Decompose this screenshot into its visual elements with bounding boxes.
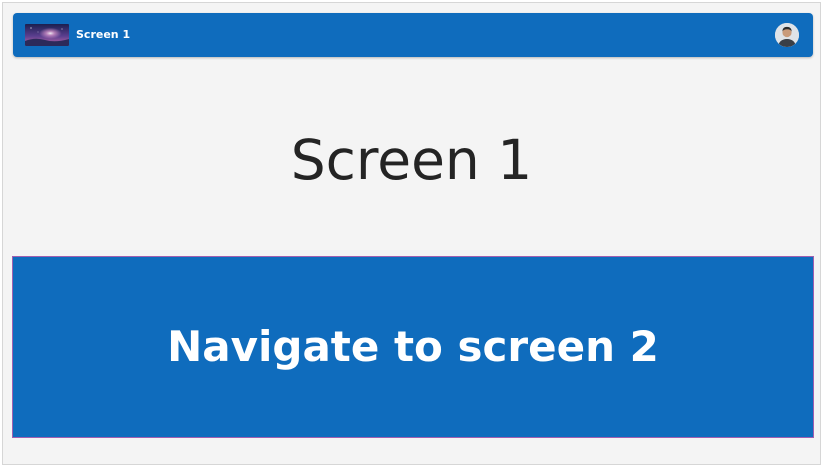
page-title: Screen 1 — [290, 128, 533, 192]
user-avatar-icon[interactable] — [775, 23, 799, 47]
app-logo-icon — [25, 24, 69, 46]
header-title: Screen 1 — [76, 28, 131, 41]
navigate-button-label: Navigate to screen 2 — [167, 322, 659, 371]
app-canvas: Screen 1 Screen 1 Navigate to screen 2 — [2, 2, 821, 465]
header-bar: Screen 1 — [13, 13, 813, 57]
navigate-to-screen-2-button[interactable]: Navigate to screen 2 — [12, 256, 814, 438]
